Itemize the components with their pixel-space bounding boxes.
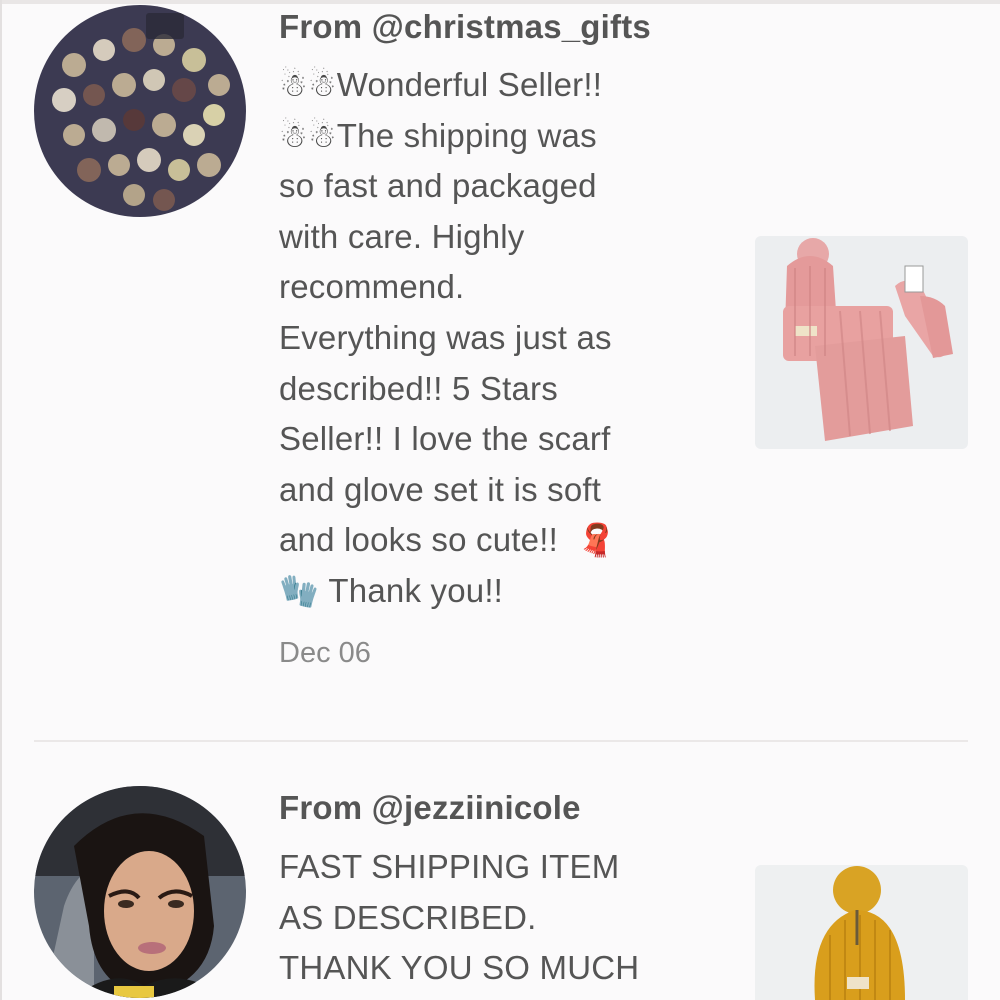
review-line-text: Thank you!!	[328, 571, 504, 609]
product-thumbnail[interactable]	[755, 865, 968, 1000]
snowman-icon: ☃	[279, 66, 308, 104]
review-line: and looks so cute!! 🧣	[279, 515, 719, 566]
review-line: ☃☃The shipping was	[279, 111, 719, 162]
reviewer-name[interactable]: From @christmas_gifts	[279, 8, 651, 46]
glove-icon: 🧤	[279, 571, 320, 610]
top-border	[0, 0, 1000, 4]
review-divider	[34, 740, 968, 742]
review-line: recommend.	[279, 268, 465, 306]
review-line-text: Wonderful Seller!!	[336, 66, 603, 103]
scarf-icon: 🧣	[576, 521, 617, 560]
review-line: so fast and packaged	[279, 167, 597, 205]
review-date: Dec 06	[279, 637, 371, 669]
product-thumbnail[interactable]	[755, 236, 968, 449]
snowman-icon: ☃	[307, 66, 337, 104]
review-line: and glove set it is soft	[279, 470, 602, 508]
review-line: FAST SHIPPING ITEM	[279, 848, 620, 885]
pink-hat-scarf-gloves-photo-icon	[755, 236, 968, 449]
mustard-beanie-photo-icon	[755, 865, 968, 1000]
snowman-icon: ☃	[307, 116, 337, 155]
review-line: Seller!! I love the scarf	[279, 420, 611, 458]
user-portrait-photo-icon	[34, 786, 246, 998]
review-line: ☃☃Wonderful Seller!!	[279, 60, 719, 111]
review-line: AS DESCRIBED.	[279, 898, 537, 936]
review-text: FAST SHIPPING ITEM AS DESCRIBED. THANK Y…	[279, 842, 719, 994]
reviewer-name[interactable]: From @jezziinicole	[279, 789, 581, 827]
review-line: with care. Highly	[279, 217, 525, 255]
review-line: 🧤 Thank you!!	[279, 566, 719, 617]
review-text: ☃☃Wonderful Seller!! ☃☃The shipping was …	[279, 60, 719, 617]
left-border	[0, 0, 2, 1000]
chocolates-photo-icon	[34, 5, 246, 217]
snowman-icon: ☃	[279, 116, 308, 155]
review-line: described!! 5 Stars	[279, 369, 558, 407]
reviewer-avatar[interactable]	[34, 5, 246, 217]
review-line-text: and looks so cute!!	[279, 521, 558, 559]
reviewer-avatar[interactable]	[34, 786, 246, 998]
review-line-text: The shipping was	[336, 116, 597, 154]
review-line: THANK YOU SO MUCH	[279, 949, 640, 987]
review-line: Everything was just as	[279, 318, 612, 356]
